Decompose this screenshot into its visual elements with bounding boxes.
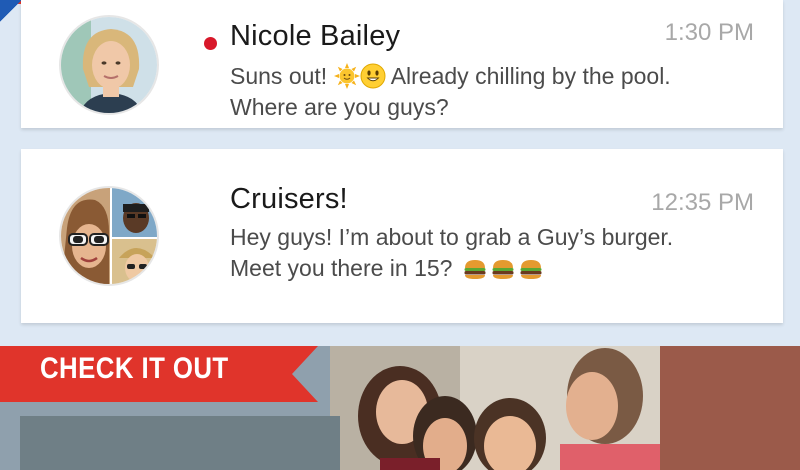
burger-emoji-icon xyxy=(520,260,542,279)
conversation-item[interactable]: Cruisers! 12:35 PM Hey guys! I’m about t… xyxy=(21,149,783,323)
message-time: 12:35 PM xyxy=(651,189,754,216)
message-text: Suns out! xyxy=(230,63,334,89)
message-preview: Suns out! Already chilling by the pool. … xyxy=(230,61,700,123)
sun-emoji-icon xyxy=(333,63,360,89)
burger-emoji-icon xyxy=(464,260,486,279)
conversation-name: Cruisers! xyxy=(230,183,348,215)
check-it-out-label[interactable]: CHECK IT OUT xyxy=(40,352,229,386)
contact-name: Nicole Bailey xyxy=(230,20,401,52)
smiley-emoji-icon xyxy=(360,63,386,89)
group-avatar xyxy=(59,186,159,286)
top-ribbon-corner xyxy=(0,0,22,22)
burger-emoji-icon xyxy=(492,260,514,279)
message-preview: Hey guys! I’m about to grab a Guy’s burg… xyxy=(230,222,700,284)
message-text: Hey guys! I’m about to grab a Guy’s burg… xyxy=(230,224,674,281)
conversation-item[interactable]: Nicole Bailey 1:30 PM Suns out! Already … xyxy=(21,0,783,128)
avatar xyxy=(59,15,159,115)
message-time: 1:30 PM xyxy=(664,19,754,46)
unread-indicator xyxy=(204,37,217,50)
